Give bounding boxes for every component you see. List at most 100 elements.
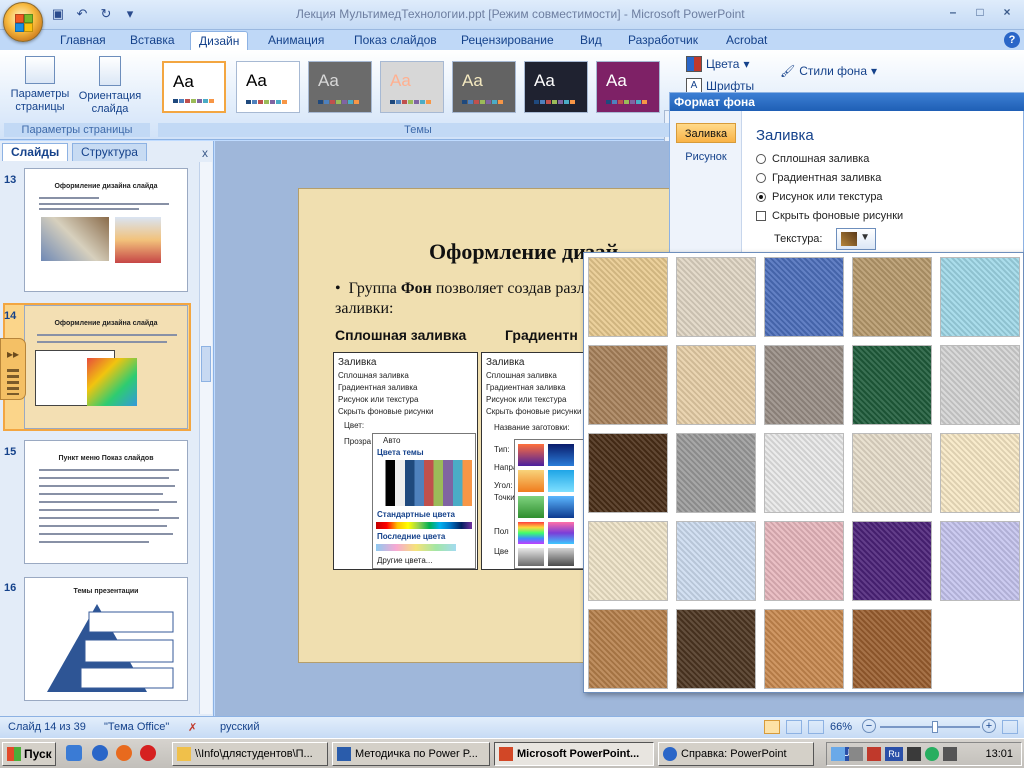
tab-acrobat[interactable]: Acrobat [718, 31, 775, 50]
fit-to-window-icon[interactable] [1002, 720, 1018, 734]
minimize-button[interactable]: – [940, 2, 966, 22]
tab-slides[interactable]: Слайды [2, 143, 69, 161]
radio-icon[interactable] [756, 173, 766, 183]
slide-thumbnail-14[interactable]: Оформление дизайна слайда [24, 305, 188, 429]
texture-stationery[interactable] [588, 521, 668, 601]
texture-pink-tissue-paper[interactable] [764, 521, 844, 601]
texture-parchment[interactable] [940, 433, 1020, 513]
option-hide-background-graphics[interactable]: Скрыть фоновые рисунки [756, 210, 903, 222]
maximize-button[interactable]: □ [967, 2, 993, 22]
texture-water-droplets[interactable] [940, 257, 1020, 337]
tray-icon[interactable] [925, 747, 939, 761]
customize-qat-icon[interactable]: ▾ [120, 5, 140, 23]
theme-tile-2[interactable]: Aa [236, 61, 300, 113]
tab-review[interactable]: Рецензирование [453, 31, 562, 50]
tab-home[interactable]: Главная [52, 31, 114, 50]
sidebar-item-fill[interactable]: Заливка [676, 123, 736, 143]
texture-brown-marble[interactable] [588, 433, 668, 513]
texture-cork[interactable] [588, 609, 668, 689]
slide-thumbnail-13[interactable]: Оформление дизайна слайда [24, 168, 188, 292]
zoom-level[interactable]: 66% [830, 721, 852, 733]
slideshow-view-icon[interactable] [808, 720, 824, 734]
antivirus-icon[interactable] [867, 747, 881, 761]
option-picture-or-texture[interactable]: Рисунок или текстура [756, 191, 883, 203]
firefox-icon[interactable] [116, 745, 132, 761]
option-solid-fill[interactable]: Сплошная заливка [756, 153, 869, 165]
texture-white-marble[interactable] [940, 345, 1020, 425]
background-styles-button[interactable]: 🖌 Стили фона ▾ [780, 64, 877, 78]
page-setup-button[interactable]: Параметры страницы [6, 56, 74, 114]
texture-medium-wood[interactable] [852, 609, 932, 689]
redo-icon[interactable]: ↻ [96, 5, 116, 23]
tab-insert[interactable]: Вставка [122, 31, 183, 50]
tab-animation[interactable]: Анимация [260, 31, 332, 50]
save-icon[interactable]: ▣ [48, 5, 68, 23]
theme-tile-7[interactable]: Aa [596, 61, 660, 113]
tab-design[interactable]: Дизайн [190, 31, 249, 50]
tray-language[interactable]: Ru [885, 747, 903, 761]
radio-icon[interactable] [756, 154, 766, 164]
tab-outline[interactable]: Структура [72, 143, 147, 161]
texture-sand[interactable] [764, 345, 844, 425]
zoom-slider[interactable] [880, 721, 980, 733]
texture-dropdown[interactable]: ▼ [836, 228, 876, 250]
texture-newsprint[interactable] [764, 433, 844, 513]
undo-icon[interactable]: ↶ [72, 5, 92, 23]
normal-view-icon[interactable] [764, 720, 780, 734]
slide-thumbnail-15[interactable]: Пункт меню Показ слайдов [24, 440, 188, 564]
spellcheck-icon[interactable]: ✗ [188, 721, 197, 734]
office-button[interactable] [3, 2, 43, 42]
thumbnails-scrollbar[interactable] [199, 162, 212, 714]
ie-icon[interactable] [92, 745, 108, 761]
texture-fish-fossil[interactable] [676, 345, 756, 425]
show-desktop-icon[interactable] [66, 745, 82, 761]
texture-papyrus[interactable] [588, 257, 668, 337]
zoom-out-icon[interactable]: − [862, 719, 876, 733]
checkbox-icon[interactable] [756, 211, 766, 221]
theme-tile-1[interactable]: Aa [162, 61, 226, 113]
texture-woven-mat[interactable] [852, 257, 932, 337]
language-indicator[interactable]: русский [220, 721, 259, 733]
zoom-in-icon[interactable]: + [982, 719, 996, 733]
orientation-button[interactable]: Ориентация слайда [74, 56, 146, 116]
theme-tile-6[interactable]: Aa [524, 61, 588, 113]
zoom-slider-thumb[interactable] [931, 721, 938, 733]
tab-slideshow[interactable]: Показ слайдов [346, 31, 445, 50]
taskbar-item-help[interactable]: Справка: PowerPoint [658, 742, 814, 766]
theme-tile-4[interactable]: Aa [380, 61, 444, 113]
taskbar-item-folder[interactable]: \\Info\длястудентов\П... [172, 742, 328, 766]
tab-view[interactable]: Вид [572, 31, 610, 50]
tab-developer[interactable]: Разработчик [620, 31, 706, 50]
tray-icon[interactable] [907, 747, 921, 761]
slide-thumbnail-16[interactable]: Темы презентации [24, 577, 188, 701]
theme-tile-3[interactable]: Aa [308, 61, 372, 113]
texture-granite[interactable] [676, 433, 756, 513]
start-button[interactable]: Пуск [2, 742, 56, 766]
tray-icon[interactable] [943, 747, 957, 761]
texture-walnut[interactable] [676, 609, 756, 689]
texture-blue-tissue-paper[interactable] [676, 521, 756, 601]
panel-splitter-handle[interactable]: ▸▸ [0, 338, 26, 400]
slide-sorter-icon[interactable] [786, 720, 802, 734]
opera-icon[interactable] [140, 745, 156, 761]
close-button[interactable]: × [994, 2, 1020, 22]
volume-icon[interactable] [849, 747, 863, 761]
texture-purple-mesh[interactable] [852, 521, 932, 601]
theme-tile-5[interactable]: Aa [452, 61, 516, 113]
texture-bouquet[interactable] [940, 521, 1020, 601]
network-icon[interactable] [831, 747, 845, 761]
help-icon[interactable]: ? [1004, 32, 1020, 48]
sidebar-item-picture[interactable]: Рисунок [676, 147, 736, 167]
texture-recycled-paper[interactable] [852, 433, 932, 513]
texture-denim[interactable] [764, 257, 844, 337]
texture-paper-bag[interactable] [588, 345, 668, 425]
colors-button[interactable]: Цвета ▾ [686, 56, 749, 72]
taskbar-item-powerpoint[interactable]: Microsoft PowerPoint... [494, 742, 654, 766]
scrollbar-thumb[interactable] [201, 346, 211, 382]
texture-canvas[interactable] [676, 257, 756, 337]
radio-icon[interactable] [756, 192, 766, 202]
close-icon[interactable]: x [202, 146, 208, 160]
texture-green-marble[interactable] [852, 345, 932, 425]
texture-oak[interactable] [764, 609, 844, 689]
taskbar-item-word[interactable]: Методичка по Power P... [332, 742, 490, 766]
